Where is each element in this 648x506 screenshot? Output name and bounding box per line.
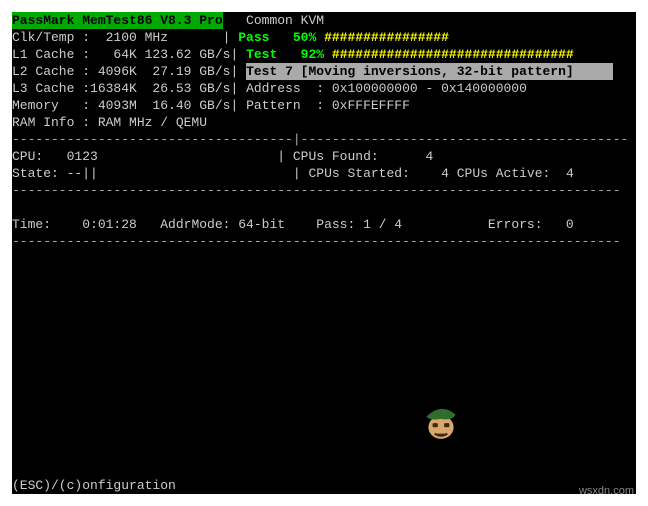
- cpus-started-value: 4: [410, 165, 449, 182]
- l2-label: L2 Cache :: [12, 63, 90, 80]
- current-test-name: Test 7 [Moving inversions, 32-bit patter…: [246, 63, 613, 80]
- l3-value: 16384K 26.53 GB/s: [90, 80, 230, 97]
- addrmode-label: AddrMode:: [160, 216, 230, 233]
- system-name: Common KVM: [246, 12, 324, 29]
- l1-label: L1 Cache :: [12, 46, 90, 63]
- cpus-found-value: 4: [379, 148, 434, 165]
- time-label: Time:: [12, 216, 51, 233]
- divider: ----------------------------------------…: [12, 233, 621, 250]
- pass-count-value: 1 / 4: [355, 216, 488, 233]
- address-value: 0x100000000 - 0x140000000: [324, 80, 527, 97]
- memory-value: 4093M 16.40 GB/s: [90, 97, 230, 114]
- cpu-label: CPU:: [12, 148, 43, 165]
- spacer: [223, 12, 246, 29]
- footer-hint[interactable]: (ESC)/(c)onfiguration: [12, 477, 176, 494]
- cpu-value: 0123: [43, 148, 277, 165]
- addrmode-value: 64-bit: [230, 216, 316, 233]
- cpus-active-label: CPUs Active:: [457, 165, 551, 182]
- pattern-value: 0xFFFEFFFF: [324, 97, 410, 114]
- l1-value: 64K 123.62 GB/s: [90, 46, 230, 63]
- pass-count-label: Pass:: [316, 216, 355, 233]
- cpus-active-value: 4: [550, 165, 573, 182]
- test-percent: 92%: [277, 46, 324, 63]
- clk-value: 2100 MHz: [90, 29, 223, 46]
- mascot-icon: [420, 400, 462, 442]
- state-label: State:: [12, 165, 59, 182]
- memory-label: Memory :: [12, 97, 90, 114]
- errors-label: Errors:: [488, 216, 543, 233]
- test-label: Test: [246, 46, 277, 63]
- errors-value: 0: [543, 216, 574, 233]
- pass-percent: 50%: [269, 29, 316, 46]
- watermark: wsxdn.com: [579, 483, 634, 500]
- cpus-started-label: CPUs Started:: [308, 165, 409, 182]
- l3-label: L3 Cache :: [12, 80, 90, 97]
- test-bar: ###############################: [324, 46, 574, 63]
- app-title: PassMark MemTest86 V8.3 Pro: [12, 12, 223, 29]
- pass-label: Pass: [238, 29, 269, 46]
- memtest-screen: PassMark MemTest86 V8.3 Pro Common KVM C…: [12, 12, 636, 494]
- time-value: 0:01:28: [51, 216, 160, 233]
- raminfo-value: RAM MHz / QEMU: [90, 114, 207, 131]
- pass-bar: ################: [316, 29, 449, 46]
- state-value: --||: [59, 165, 293, 182]
- divider: ----------------------------------------…: [12, 182, 621, 199]
- divider: ------------------------------------: [12, 131, 293, 148]
- pattern-label: Pattern :: [246, 97, 324, 114]
- clk-label: Clk/Temp :: [12, 29, 90, 46]
- raminfo-label: RAM Info :: [12, 114, 90, 131]
- cpus-found-label: CPUs Found:: [293, 148, 379, 165]
- address-label: Address :: [246, 80, 324, 97]
- l2-value: 4096K 27.19 GB/s: [90, 63, 230, 80]
